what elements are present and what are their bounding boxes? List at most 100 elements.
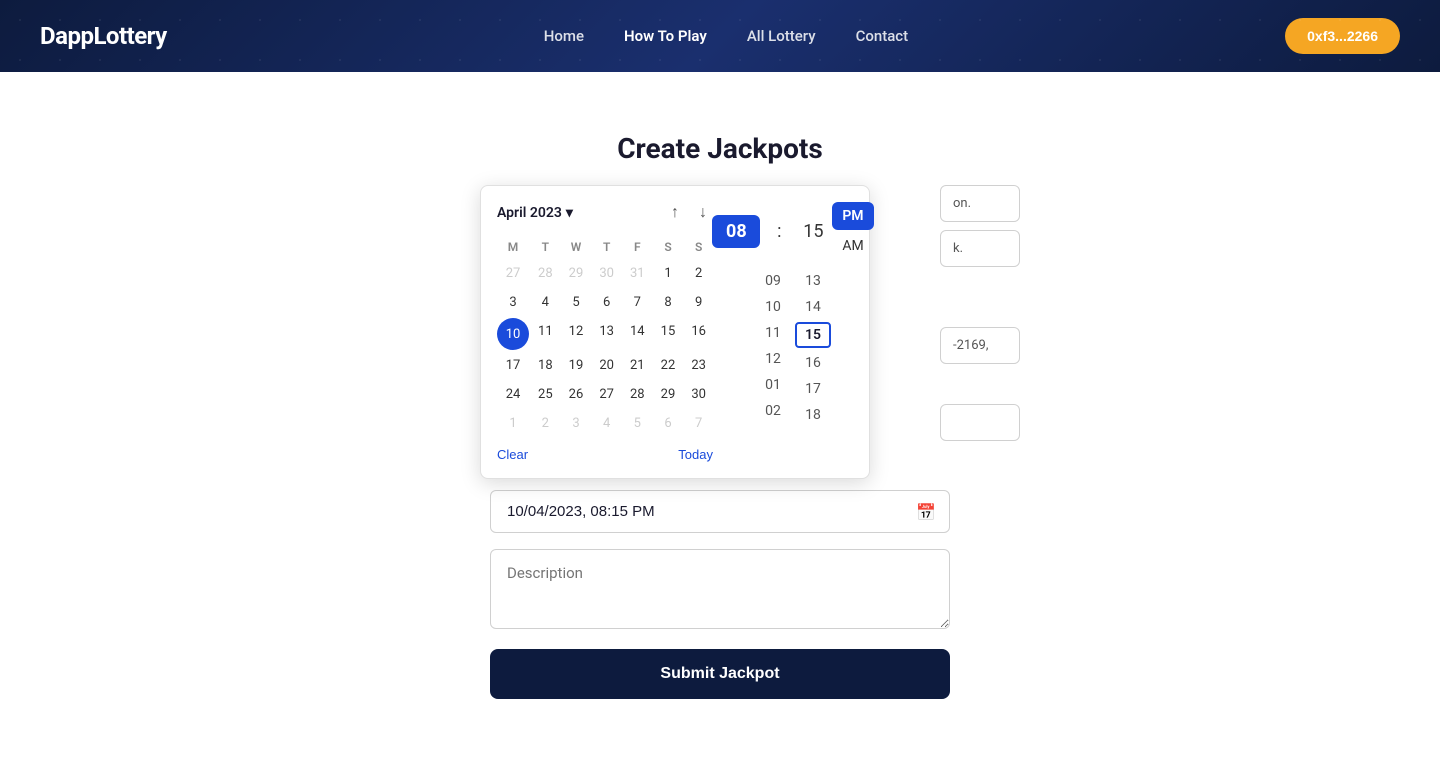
navbar: DappLottery Home How To Play All Lottery… [0,0,1440,72]
partial-field-3: -2169, [940,327,1020,364]
chevron-down-icon: ▾ [566,205,573,221]
partial-field-4 [940,404,1020,441]
brand-logo: DappLottery [40,22,167,50]
table-row[interactable]: 19 [562,352,591,379]
table-row[interactable]: 3 [497,289,529,316]
nav-all-lottery[interactable]: All Lottery [747,27,816,45]
list-item[interactable]: 17 [795,378,831,400]
wallet-button[interactable]: 0xf3...2266 [1285,18,1400,54]
table-row[interactable]: 4 [531,289,560,316]
list-item[interactable]: 13 [795,270,831,292]
time-top-row: 08 : 15 PM AM [733,202,853,260]
table-row[interactable]: 31 [623,260,652,287]
table-row[interactable]: 13 [592,318,621,350]
list-item[interactable]: 14 [795,296,831,318]
table-row[interactable]: 21 [623,352,652,379]
form-area: April 2023 ▾ ↑ ↓ M T W T [490,195,950,699]
table-row[interactable]: 15 [654,318,683,350]
list-item[interactable]: 12 [755,348,791,370]
table-row[interactable]: 1 [497,410,529,437]
list-item[interactable]: 02 [755,400,791,422]
table-row[interactable]: 17 [497,352,529,379]
list-item[interactable]: 09 [755,270,791,292]
table-row[interactable]: 28 [623,381,652,408]
table-row[interactable]: 29 [562,260,591,287]
nav-contact[interactable]: Contact [856,27,909,45]
pm-button[interactable]: PM [832,202,873,230]
day-header-sun: S [684,236,713,258]
datetime-input-wrapper: 📅 [490,490,950,533]
calendar-nav-arrows: ↑ ↓ [665,202,713,224]
table-row[interactable]: 12 [562,318,591,350]
right-partial-fields: on. k. -2169, [940,185,1020,449]
month-text: April 2023 [497,205,562,221]
table-row[interactable]: 29 [654,381,683,408]
list-item[interactable]: 11 [755,322,791,344]
nav-home[interactable]: Home [544,27,584,45]
table-row[interactable]: 3 [562,410,591,437]
hour-column: 09 10 11 12 01 02 [755,270,791,462]
partial-field-1: on. [940,185,1020,222]
time-separator: : [764,215,794,248]
today-button[interactable]: Today [678,447,713,462]
table-row[interactable]: 5 [623,410,652,437]
list-item[interactable]: 10 [755,296,791,318]
day-header-mon: M [497,236,529,258]
table-row[interactable]: 7 [623,289,652,316]
description-textarea[interactable] [490,549,950,629]
list-item[interactable]: 18 [795,404,831,426]
table-row[interactable]: 6 [654,410,683,437]
table-row[interactable]: 26 [562,381,591,408]
calendar-grid: M T W T F S S 27 28 29 30 31 1 [497,236,713,437]
table-row[interactable]: 4 [592,410,621,437]
calendar-icon[interactable]: 📅 [916,502,936,521]
submit-jackpot-button[interactable]: Submit Jackpot [490,649,950,699]
table-row[interactable]: 5 [562,289,591,316]
list-item[interactable]: 01 [755,374,791,396]
day-header-thu: T [592,236,621,258]
table-row[interactable]: 18 [531,352,560,379]
table-row[interactable]: 27 [497,260,529,287]
ampm-group: PM AM [832,202,873,260]
table-row[interactable]: 2 [684,260,713,287]
am-button[interactable]: AM [832,232,873,260]
table-row[interactable]: 27 [592,381,621,408]
month-label[interactable]: April 2023 ▾ [497,205,573,221]
table-row[interactable]: 23 [684,352,713,379]
table-row[interactable]: 6 [592,289,621,316]
table-row[interactable]: 24 [497,381,529,408]
table-row[interactable]: 9 [684,289,713,316]
clear-button[interactable]: Clear [497,447,528,462]
list-item[interactable]: 16 [795,352,831,374]
table-row[interactable]: 1 [654,260,683,287]
cal-and-time: April 2023 ▾ ↑ ↓ M T W T [497,202,853,462]
next-month-button[interactable]: ↓ [693,202,713,224]
selected-day[interactable]: 10 [497,318,529,350]
table-row[interactable]: 14 [623,318,652,350]
table-row[interactable]: 30 [592,260,621,287]
datetime-input[interactable] [490,490,950,533]
page-title: Create Jackpots [617,132,823,165]
partial-field-2: k. [940,230,1020,267]
table-row[interactable]: 16 [684,318,713,350]
minute-column: 13 14 15 16 17 18 [795,270,831,462]
day-header-tue: T [531,236,560,258]
main-content: Create Jackpots April 2023 ▾ ↑ ↓ [0,72,1440,766]
day-header-wed: W [562,236,591,258]
day-header-sat: S [654,236,683,258]
table-row[interactable]: 8 [654,289,683,316]
table-row[interactable]: 2 [531,410,560,437]
time-scroll-area: 09 10 11 12 01 02 13 14 15 16 17 [733,270,853,462]
selected-hour-box[interactable]: 08 [712,215,760,248]
prev-month-button[interactable]: ↑ [665,202,685,224]
table-row[interactable]: 20 [592,352,621,379]
table-row[interactable]: 11 [531,318,560,350]
nav-how-to-play[interactable]: How To Play [624,27,707,45]
table-row[interactable]: 7 [684,410,713,437]
table-row[interactable]: 22 [654,352,683,379]
table-row[interactable]: 25 [531,381,560,408]
table-row[interactable]: 30 [684,381,713,408]
selected-minute-display: 15 [798,215,828,248]
table-row[interactable]: 28 [531,260,560,287]
focused-minute[interactable]: 15 [795,322,831,348]
